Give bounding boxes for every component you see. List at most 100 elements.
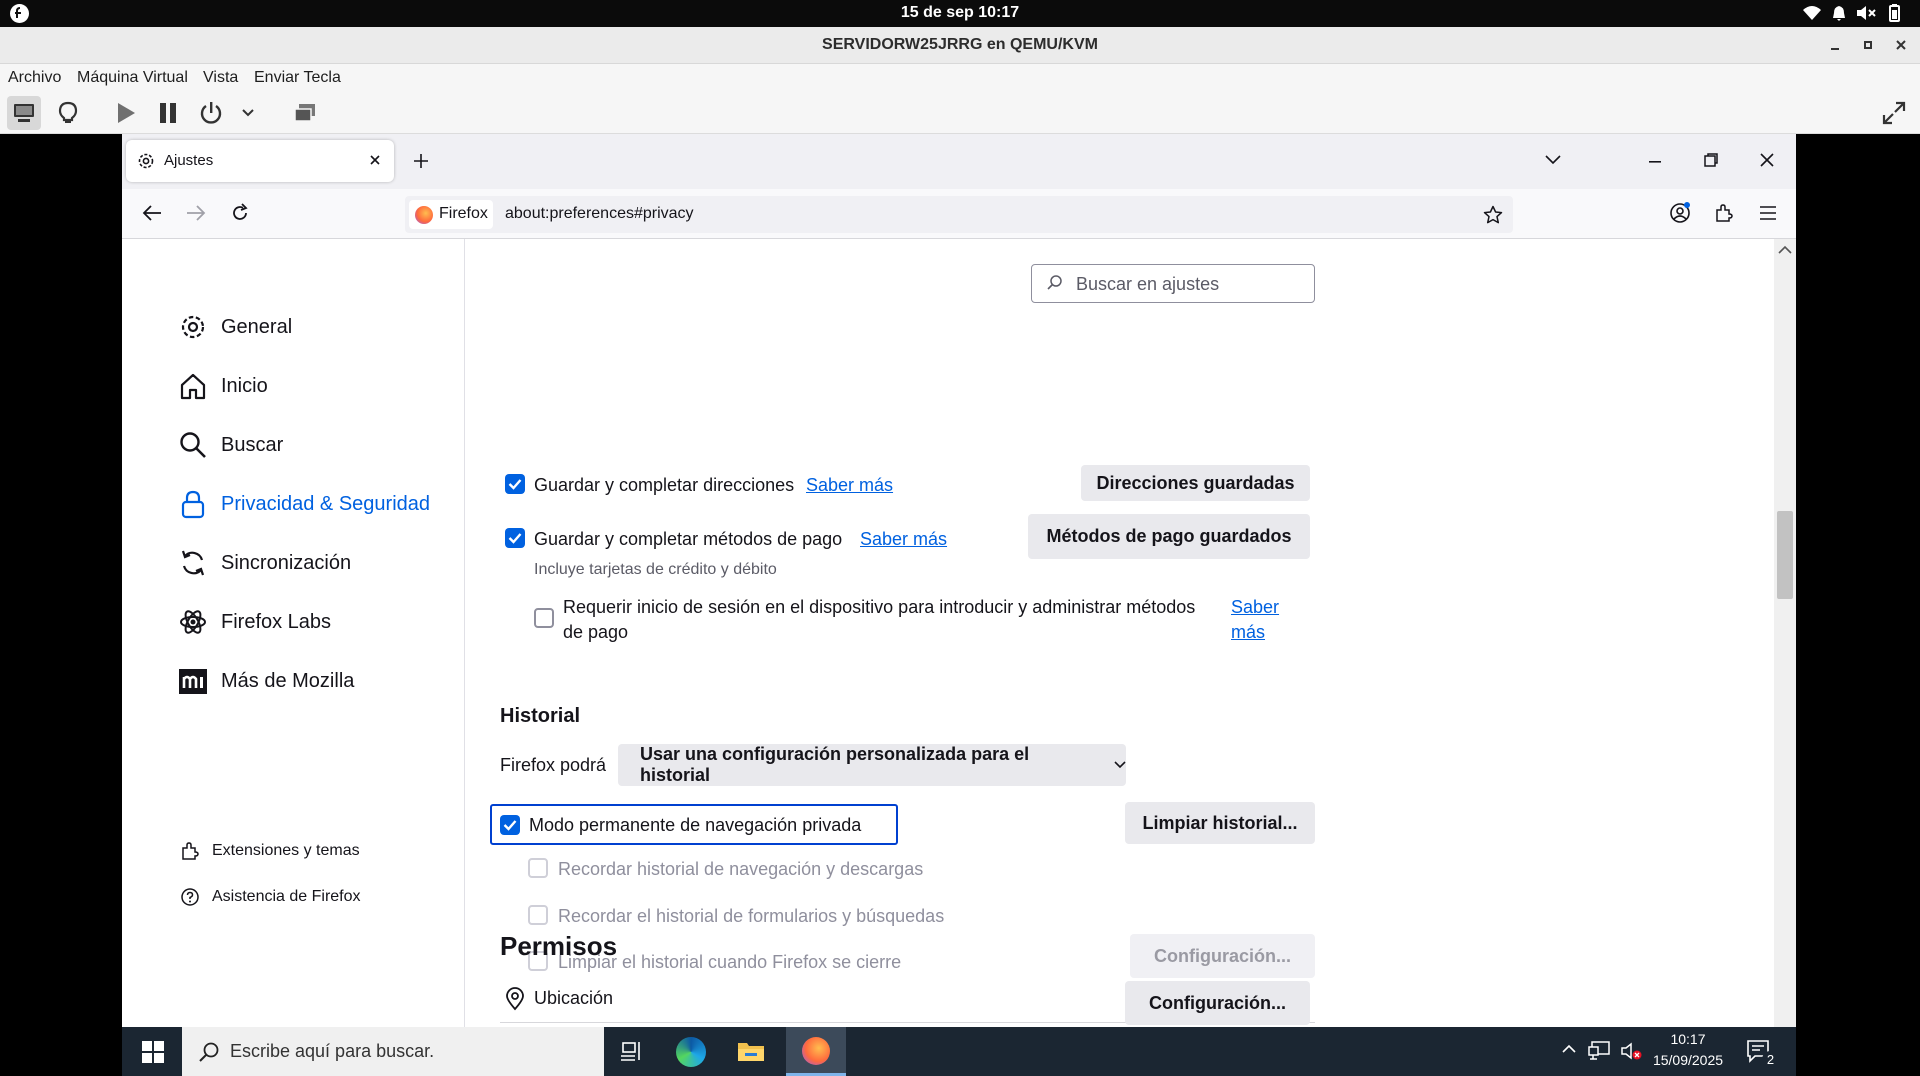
menu-enviar-tecla[interactable]: Enviar Tecla bbox=[254, 69, 341, 87]
history-mode-select[interactable]: Usar una configuración personalizada par… bbox=[618, 744, 1126, 786]
url-text[interactable]: about:preferences#privacy bbox=[505, 205, 694, 223]
require-login-learn-more-link-cont[interactable]: más bbox=[1231, 622, 1265, 643]
close-icon[interactable] bbox=[1893, 37, 1909, 53]
remember-forms-checkbox[interactable] bbox=[528, 905, 548, 925]
require-login-label-line2[interactable]: de pago bbox=[563, 622, 628, 643]
ff-minimize-icon[interactable] bbox=[1648, 154, 1662, 168]
addresses-learn-more-link[interactable]: Saber más bbox=[806, 475, 893, 496]
saved-payments-button[interactable]: Métodos de pago guardados bbox=[1028, 514, 1310, 559]
tab-ajustes[interactable]: Ajustes bbox=[126, 140, 394, 182]
close-tab-icon[interactable] bbox=[368, 153, 382, 167]
payments-label[interactable]: Guardar y completar métodos de pago bbox=[534, 529, 842, 550]
require-login-checkbox[interactable] bbox=[534, 608, 554, 628]
minimize-icon[interactable] bbox=[1827, 37, 1843, 53]
hamburger-menu-icon[interactable] bbox=[1759, 205, 1777, 221]
chevron-down-icon bbox=[242, 109, 254, 117]
identity-box[interactable]: Firefox bbox=[409, 200, 493, 229]
require-login-learn-more-link[interactable]: Saber bbox=[1231, 597, 1279, 618]
category-general[interactable]: General bbox=[177, 307, 292, 347]
gear-icon bbox=[136, 151, 156, 171]
labs-icon bbox=[177, 606, 209, 638]
power-icon bbox=[200, 102, 222, 124]
snapshots-button[interactable] bbox=[288, 96, 322, 130]
taskbar-date[interactable]: 15/09/2025 bbox=[1648, 1052, 1728, 1068]
windows-taskbar: Escribe aquí para buscar. 10:17 15/09/20… bbox=[122, 1027, 1796, 1076]
private-mode-label[interactable]: Modo permanente de navegación privada bbox=[529, 815, 861, 836]
scrollbar-track[interactable] bbox=[1774, 239, 1796, 1027]
console-view-button[interactable] bbox=[7, 96, 41, 130]
location-settings-button[interactable]: Configuración... bbox=[1125, 981, 1310, 1025]
back-arrow-icon[interactable] bbox=[142, 204, 162, 222]
category-mas-de-mozilla[interactable]: Más de Mozilla bbox=[177, 661, 354, 701]
ff-close-icon[interactable] bbox=[1760, 153, 1774, 167]
windows-start-icon[interactable] bbox=[142, 1041, 164, 1063]
fullscreen-button[interactable] bbox=[1877, 96, 1911, 130]
require-login-label-line1[interactable]: Requerir inicio de sesión en el disposit… bbox=[563, 597, 1195, 618]
details-view-button[interactable] bbox=[51, 96, 85, 130]
power-button[interactable] bbox=[194, 96, 228, 130]
taskbar-time[interactable]: 10:17 bbox=[1648, 1031, 1728, 1047]
category-sincronizacion[interactable]: Sincronización bbox=[177, 543, 351, 583]
file-explorer-icon[interactable] bbox=[737, 1040, 765, 1062]
puzzle-icon bbox=[178, 839, 202, 863]
forward-arrow-icon[interactable] bbox=[186, 204, 206, 222]
battery-icon[interactable] bbox=[1889, 4, 1900, 22]
category-privacidad[interactable]: Privacidad & Seguridad bbox=[177, 484, 430, 524]
bookmark-star-icon[interactable] bbox=[1483, 205, 1503, 225]
ff-restore-icon[interactable] bbox=[1704, 153, 1718, 167]
maximize-icon[interactable] bbox=[1860, 37, 1876, 53]
category-label: Inicio bbox=[221, 374, 268, 397]
firefox-logo-icon bbox=[802, 1037, 830, 1065]
payments-learn-more-link[interactable]: Saber más bbox=[860, 529, 947, 550]
addresses-checkbox[interactable] bbox=[505, 474, 525, 494]
scroll-up-arrow-icon[interactable] bbox=[1778, 245, 1792, 255]
checkmark-icon bbox=[508, 479, 522, 490]
edge-icon[interactable] bbox=[676, 1037, 706, 1067]
category-firefox-labs[interactable]: Firefox Labs bbox=[177, 602, 331, 642]
menu-vista[interactable]: Vista bbox=[203, 69, 238, 87]
search-placeholder: Buscar en ajustes bbox=[1076, 274, 1220, 294]
addresses-label[interactable]: Guardar y completar direcciones bbox=[534, 475, 794, 496]
task-view-icon[interactable] bbox=[620, 1040, 644, 1062]
saved-addresses-button[interactable]: Direcciones guardadas bbox=[1081, 465, 1310, 501]
clear-history-button[interactable]: Limpiar historial... bbox=[1125, 802, 1315, 844]
new-tab-icon[interactable] bbox=[412, 152, 430, 170]
category-inicio[interactable]: Inicio bbox=[177, 366, 268, 406]
firefox-support-link[interactable]: Asistencia de Firefox bbox=[178, 885, 361, 909]
taskbar-firefox-button[interactable] bbox=[786, 1027, 846, 1076]
extensions-themes-link[interactable]: Extensiones y temas bbox=[178, 839, 360, 863]
search-icon bbox=[1046, 274, 1064, 292]
taskbar-search-box[interactable]: Escribe aquí para buscar. bbox=[182, 1027, 604, 1076]
menu-maquina-virtual[interactable]: Máquina Virtual bbox=[77, 69, 188, 87]
preferences-content: General Inicio Buscar Privacidad & Segur… bbox=[122, 239, 1796, 1027]
speaker-muted-icon[interactable] bbox=[1621, 1041, 1643, 1061]
system-clock[interactable]: 15 de sep 10:17 bbox=[0, 4, 1920, 22]
extensions-puzzle-icon[interactable] bbox=[1714, 203, 1734, 223]
pause-button[interactable] bbox=[151, 96, 185, 130]
volume-muted-icon[interactable] bbox=[1856, 5, 1876, 21]
scrollbar-thumb[interactable] bbox=[1777, 511, 1793, 599]
clear-on-close-settings-button[interactable]: Configuración... bbox=[1130, 934, 1315, 978]
account-icon[interactable] bbox=[1669, 202, 1691, 224]
notifications-bell-icon[interactable] bbox=[1832, 5, 1846, 22]
remember-browsing-label[interactable]: Recordar historial de navegación y desca… bbox=[558, 859, 923, 880]
footer-label: Extensiones y temas bbox=[212, 842, 360, 859]
remember-browsing-checkbox[interactable] bbox=[528, 858, 548, 878]
power-menu-button[interactable] bbox=[233, 96, 263, 130]
list-tabs-chevron-icon[interactable] bbox=[1545, 155, 1561, 165]
reload-icon[interactable] bbox=[230, 203, 250, 223]
wifi-icon[interactable] bbox=[1802, 5, 1822, 21]
run-button[interactable] bbox=[108, 96, 142, 130]
history-mode-value: Usar una configuración personalizada par… bbox=[640, 744, 1030, 785]
category-buscar[interactable]: Buscar bbox=[177, 425, 283, 465]
lock-icon bbox=[177, 488, 209, 520]
menu-archivo[interactable]: Archivo bbox=[8, 69, 61, 87]
search-input[interactable]: Buscar en ajustes bbox=[1031, 264, 1315, 303]
category-label: Privacidad & Seguridad bbox=[221, 492, 431, 515]
payments-checkbox[interactable] bbox=[505, 528, 525, 548]
url-bar[interactable]: Firefox about:preferences#privacy bbox=[405, 196, 1513, 233]
tray-chevron-up-icon[interactable] bbox=[1562, 1044, 1576, 1054]
remember-forms-label[interactable]: Recordar el historial de formularios y b… bbox=[558, 906, 944, 927]
private-mode-checkbox[interactable] bbox=[500, 815, 520, 835]
network-icon[interactable] bbox=[1588, 1041, 1610, 1061]
